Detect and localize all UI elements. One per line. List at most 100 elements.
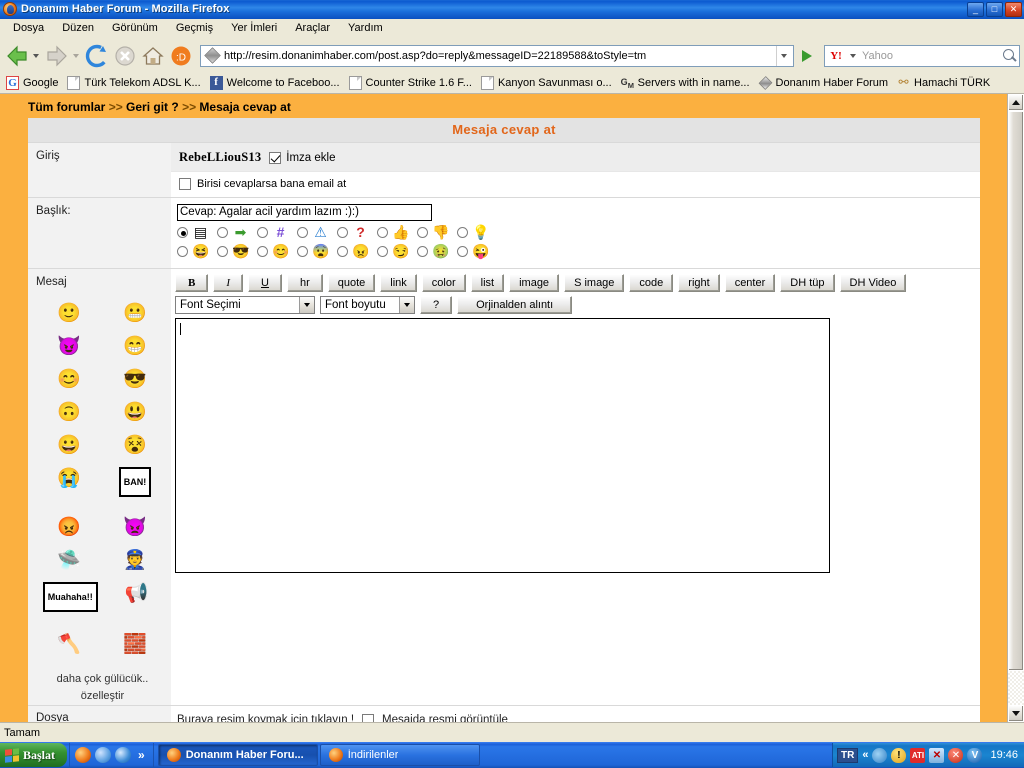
menu-gorunum[interactable]: Görünüm <box>103 20 167 36</box>
italic-button[interactable]: I <box>213 274 244 293</box>
scroll-thumb[interactable] <box>1008 111 1024 672</box>
icon-radio-option[interactable]: 😆 <box>177 243 217 260</box>
icon-radio-option[interactable]: 😠 <box>337 243 377 260</box>
color-button[interactable]: color <box>421 274 466 293</box>
font-size-select[interactable]: Font boyutu <box>320 296 415 315</box>
icon-radio[interactable] <box>457 246 468 258</box>
smile-icon[interactable]: 🙂 <box>36 302 102 328</box>
thumbs-up-smiley-icon[interactable]: 😃 <box>102 401 168 427</box>
icon-radio[interactable] <box>337 246 348 258</box>
firefox-quicklaunch-icon[interactable] <box>75 747 92 763</box>
s-image-button[interactable]: S image <box>564 274 625 293</box>
king-crown-smiley-icon[interactable]: 😁 <box>102 335 168 361</box>
icon-radio-option[interactable]: 😜 <box>457 243 497 260</box>
icon-radio-option[interactable]: # <box>257 224 297 241</box>
pointing-smiley-icon[interactable]: 😀 <box>36 434 102 460</box>
back-dropdown-icon[interactable] <box>33 53 39 58</box>
icon-radio[interactable] <box>457 227 468 239</box>
icon-radio[interactable] <box>377 246 388 258</box>
bold-button[interactable]: B <box>175 274 209 293</box>
go-arrow-icon[interactable] <box>796 45 818 67</box>
icon-radio-option[interactable]: 🤢 <box>417 243 457 260</box>
scroll-up-button[interactable] <box>1008 94 1024 112</box>
code-button[interactable]: code <box>629 274 674 293</box>
list-button[interactable]: list <box>470 274 505 293</box>
menu-duzen[interactable]: Düzen <box>53 20 103 36</box>
bookmark-google[interactable]: G Google <box>3 75 63 91</box>
ati-catalyst-icon[interactable]: ATI <box>910 747 926 763</box>
title-input[interactable]: Cevap: Agalar acil yardım lazım :):) <box>177 204 432 222</box>
forward-dropdown-icon[interactable] <box>73 53 79 58</box>
menu-gecmis[interactable]: Geçmiş <box>167 20 222 36</box>
icon-radio-option[interactable]: 👍 <box>377 224 417 241</box>
url-dropdown-icon[interactable] <box>776 45 791 66</box>
customize-link[interactable]: özelleştir <box>36 688 169 705</box>
grin-teeth-icon[interactable]: 😬 <box>102 302 168 328</box>
icon-radio-option[interactable]: 😨 <box>297 243 337 260</box>
icon-radio[interactable] <box>337 227 348 239</box>
icon-radio[interactable] <box>217 227 228 239</box>
icon-radio-option[interactable]: ? <box>337 224 377 241</box>
scroll-down-button[interactable] <box>1008 705 1024 723</box>
show-image-checkbox[interactable] <box>362 714 375 723</box>
dh-video-button[interactable]: DH Video <box>839 274 907 293</box>
pacman-megaphone-icon[interactable]: 📢 <box>104 582 169 608</box>
flame-head-smiley-icon[interactable]: 😡 <box>36 516 102 542</box>
chevron-down-icon[interactable] <box>399 297 414 314</box>
help-button[interactable]: ? <box>420 296 453 315</box>
muahaha-sign-icon[interactable]: Muahaha!! <box>42 582 98 613</box>
icon-radio-option[interactable]: 😊 <box>257 243 297 260</box>
taskbar-item-donanimhaber[interactable]: Donanım Haber Foru... <box>157 744 318 766</box>
quote-original-button[interactable]: Orjinalden alıntı <box>457 296 573 315</box>
bookmark-servers[interactable]: GM Servers with in name... <box>618 75 755 91</box>
reload-icon[interactable] <box>84 43 110 69</box>
signature-checkbox-wrap[interactable]: İmza ekle <box>269 151 336 164</box>
search-engine-dropdown-icon[interactable] <box>850 53 856 58</box>
bookmark-donanimhaber[interactable]: Donanım Haber Forum <box>756 75 894 91</box>
dark-smiley-hand-icon[interactable]: 🙃 <box>36 401 102 427</box>
quote-button[interactable]: quote <box>327 274 376 293</box>
cannon-smiley-icon[interactable]: 😵 <box>102 434 168 460</box>
yahoo-icon[interactable]: Y! <box>825 47 847 65</box>
maximize-button[interactable]: □ <box>986 1 1003 17</box>
bookmark-hamachi[interactable]: ⚯ Hamachi TÜRK <box>894 75 995 91</box>
icon-radio-option[interactable]: 💡 <box>457 224 497 241</box>
language-indicator[interactable]: TR <box>837 747 859 763</box>
icon-radio[interactable] <box>217 246 228 258</box>
icon-radio[interactable] <box>297 227 308 239</box>
crying-water-smiley-icon[interactable]: 😭 <box>36 467 102 493</box>
icon-radio[interactable] <box>177 246 188 258</box>
dh-tup-button[interactable]: DH tüp <box>780 274 835 293</box>
brick-wall-smiley-icon[interactable]: 🧱 <box>102 633 168 659</box>
home-icon[interactable] <box>140 43 166 69</box>
donanimhaber-icon[interactable]: :D <box>168 43 194 69</box>
antivirus-shield-icon[interactable]: V <box>967 747 983 763</box>
link-button[interactable]: link <box>380 274 417 293</box>
red-devil-icon[interactable]: 👿 <box>102 516 168 542</box>
url-bar[interactable]: http://resim.donanimhaber.com/post.asp?d… <box>200 44 794 67</box>
page-scrollbar[interactable] <box>1007 94 1024 723</box>
taskbar-item-indirilenler[interactable]: İndirilenler <box>319 744 480 766</box>
minimize-button[interactable]: _ <box>967 1 984 17</box>
scroll-track[interactable] <box>1008 111 1024 706</box>
ufo-smiley-icon[interactable]: 🛸 <box>36 549 102 575</box>
bookmark-facebook[interactable]: f Welcome to Faceboo... <box>207 75 345 91</box>
sunglasses-laugh-icon[interactable]: 😎 <box>102 368 168 394</box>
clock[interactable]: 19:46 <box>986 749 1018 761</box>
search-input[interactable]: Yahoo <box>859 50 999 62</box>
breadcrumb-all-forums[interactable]: Tüm forumlar <box>28 100 105 114</box>
icon-radio-option[interactable]: 😏 <box>377 243 417 260</box>
icon-radio[interactable] <box>177 227 188 239</box>
icon-radio[interactable] <box>297 246 308 258</box>
file-hint[interactable]: Buraya resim koymak için tıklayın ! <box>177 714 354 722</box>
tray-expand-chevron-icon[interactable]: « <box>862 749 868 761</box>
more-smileys-link[interactable]: daha çok gülücük.. <box>36 671 169 688</box>
icon-radio[interactable] <box>417 246 428 258</box>
center-align-button[interactable]: center <box>724 274 776 293</box>
close-button[interactable]: ✕ <box>1005 1 1022 17</box>
search-bar[interactable]: Y! Yahoo <box>824 44 1020 67</box>
bookmark-turk-telekom[interactable]: Türk Telekom ADSL K... <box>64 75 205 91</box>
hr-button[interactable]: hr <box>286 274 323 293</box>
font-select[interactable]: Font Seçimi <box>175 296 315 315</box>
warning-shield-icon[interactable]: ! <box>891 747 907 763</box>
